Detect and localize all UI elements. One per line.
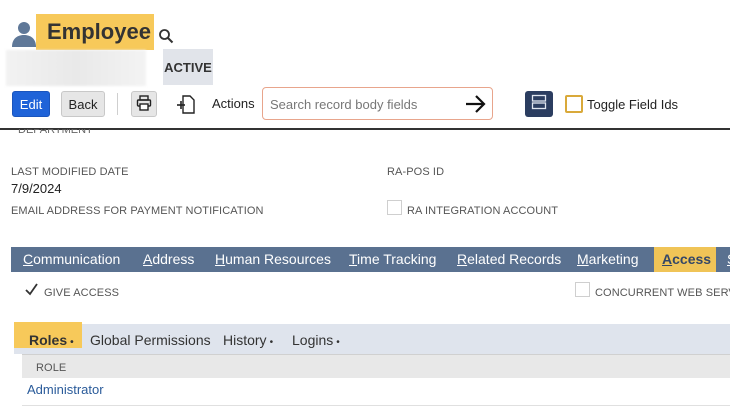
table-row[interactable]: Administrator <box>22 378 730 406</box>
ra-pos-id-label: RA-POS ID <box>387 166 445 178</box>
ra-integration-label: RA INTEGRATION ACCOUNT <box>407 205 559 217</box>
search-box <box>262 87 493 120</box>
toolbar-divider <box>117 93 118 115</box>
concurrent-web-services-checkbox[interactable] <box>575 282 590 297</box>
toolbar-divider-line <box>0 128 730 130</box>
role-link-administrator[interactable]: Administrator <box>27 382 104 397</box>
edit-button[interactable]: Edit <box>12 91 50 117</box>
subtab-logins[interactable]: Logins • <box>292 332 340 348</box>
subtab-roles-label: Roles <box>29 332 68 348</box>
tab-marketing[interactable]: Marketing <box>577 251 638 267</box>
subtab-global-permissions[interactable]: Global Permissions <box>90 332 211 348</box>
last-modified-date-value: 7/9/2024 <box>11 181 62 196</box>
arrow-right-icon[interactable] <box>464 93 486 115</box>
subtab-logins-marker: • <box>336 337 340 348</box>
access-subtab-bar: Roles • Global Permissions History • Login… <box>14 322 730 354</box>
tab-address[interactable]: Address <box>143 251 194 267</box>
last-modified-date-label: LAST MODIFIED DATE <box>11 166 129 178</box>
subtab-history-label: History <box>223 332 267 348</box>
subtab-history-marker: • <box>269 337 274 348</box>
back-button[interactable]: Back <box>61 91 105 117</box>
role-column-header: ROLE <box>36 362 67 374</box>
person-icon <box>10 20 38 48</box>
roles-table-header: ROLE <box>22 354 730 378</box>
subtab-logins-label: Logins <box>292 332 334 348</box>
subtab-roles[interactable]: Roles • <box>29 332 74 348</box>
toggle-field-ids-label: Toggle Field Ids <box>587 97 679 112</box>
tab-related-records[interactable]: Related Records <box>457 251 561 267</box>
search-icon[interactable] <box>158 28 174 44</box>
layout-icon <box>531 94 547 115</box>
subtab-history[interactable]: History • <box>223 332 273 348</box>
toggle-field-ids-checkbox[interactable] <box>565 95 583 113</box>
search-input[interactable] <box>270 94 455 114</box>
redacted-name <box>6 50 146 86</box>
print-button[interactable] <box>131 91 157 117</box>
page-title: Employee <box>47 19 151 44</box>
print-icon <box>136 94 152 114</box>
tab-access[interactable]: Access <box>662 251 711 267</box>
concurrent-web-services-label: CONCURRENT WEB SERVIC <box>595 287 730 299</box>
subtab-bar: Communication Address Human Resources Ti… <box>11 247 730 272</box>
checkmark-icon <box>24 283 39 301</box>
email-payment-notification-label: EMAIL ADDRESS FOR PAYMENT NOTIFICATION <box>11 205 264 217</box>
tab-human-resources[interactable]: Human Resources <box>215 251 331 267</box>
tab-communication[interactable]: Communication <box>23 251 120 267</box>
subtab-global-permissions-label: Global Permissions <box>90 332 211 348</box>
department-label: DEPARTMENT <box>18 124 93 136</box>
tab-time-tracking[interactable]: Time Tracking <box>349 251 436 267</box>
layout-toggle-button[interactable] <box>525 91 553 117</box>
ra-integration-checkbox[interactable] <box>387 200 402 215</box>
give-access-checkbox[interactable] <box>24 282 39 297</box>
actions-menu[interactable]: Actions <box>212 96 255 111</box>
status-badge: ACTIVE <box>163 49 213 85</box>
new-document-icon[interactable] <box>176 93 196 115</box>
subtab-roles-marker: • <box>70 337 74 348</box>
give-access-label: GIVE ACCESS <box>44 287 120 299</box>
